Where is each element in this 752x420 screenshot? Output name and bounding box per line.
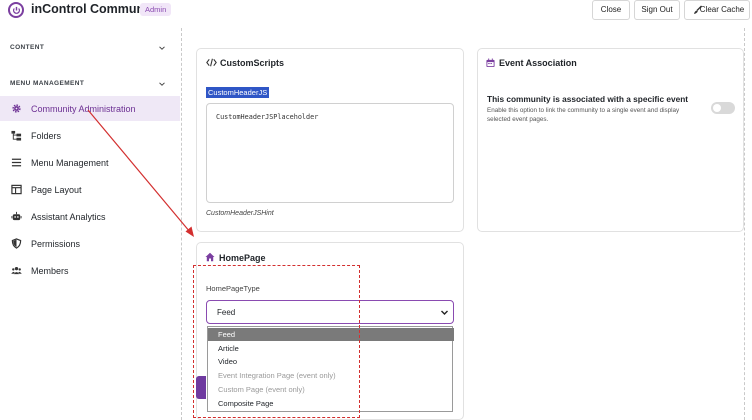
chevron-down-icon[interactable] [158,44,166,52]
page-layout-icon [11,184,22,195]
menu-management-section-heading[interactable]: MENU MANAGEMENT [10,80,84,87]
sidebar-item-label: Folders [31,130,62,141]
sidebar-item-label: Permissions [31,238,81,249]
content-divider [181,28,182,420]
sidebar-item-label: Community Administration [31,103,136,114]
homepage-title: HomePage [219,253,266,263]
annotation-highlight-box [193,265,360,418]
sidebar-item-page-layout[interactable]: Page Layout [0,177,180,202]
sidebar-item-assistant-analytics[interactable]: Assistant Analytics [0,204,180,229]
event-toggle-title: This community is associated with a spec… [487,94,689,104]
sign-out-button[interactable]: Sign Out [634,0,680,20]
sidebar-item-label: Page Layout [31,184,82,195]
sidebar-item-community-administration[interactable]: Community Administration [0,96,180,121]
sidebar-item-label: Assistant Analytics [31,211,106,222]
sidebar-item-label: Menu Management [31,157,109,168]
clear-cache-label: Clear Cache [699,5,745,14]
event-toggle-description: Enable this option to link the community… [487,107,680,123]
code-icon [206,58,217,67]
brush-icon [694,5,702,14]
custom-header-js-placeholder: CustomHeaderJSPlaceholder [216,113,319,121]
custom-scripts-title: CustomScripts [220,58,285,68]
folder-tree-icon [11,130,22,141]
custom-header-js-hint: CustomHeaderJSHint [206,210,274,217]
event-association-panel [477,48,744,232]
shield-icon [11,238,22,249]
toggle-knob [713,104,721,112]
content-divider [744,28,745,420]
custom-header-js-input[interactable]: CustomHeaderJSPlaceholder [206,103,454,203]
event-association-toggle[interactable] [711,102,735,114]
clear-cache-button[interactable]: Clear Cache [684,0,750,20]
content-section-heading[interactable]: CONTENT [10,44,44,51]
chevron-down-icon [441,310,448,315]
chevron-down-icon[interactable] [158,80,166,88]
home-icon [205,252,215,262]
top-bar: inControl Community Admin Close Sign Out… [0,0,752,22]
menu-lines-icon [11,158,22,167]
power-logo-icon [8,2,24,18]
sidebar-item-menu-management[interactable]: Menu Management [0,150,180,175]
gear-icon [12,104,21,113]
event-association-title: Event Association [499,58,577,68]
sidebar-item-label: Members [31,265,69,276]
admin-badge: Admin [140,3,172,16]
close-button[interactable]: Close [592,0,630,20]
robot-icon [11,211,22,221]
calendar-icon [486,58,495,68]
sidebar-item-folders[interactable]: Folders [0,123,180,148]
custom-header-js-label: CustomHeaderJS [206,87,270,98]
sidebar-item-members[interactable]: Members [0,258,180,283]
users-icon [11,267,22,275]
sidebar-item-permissions[interactable]: Permissions [0,231,180,256]
